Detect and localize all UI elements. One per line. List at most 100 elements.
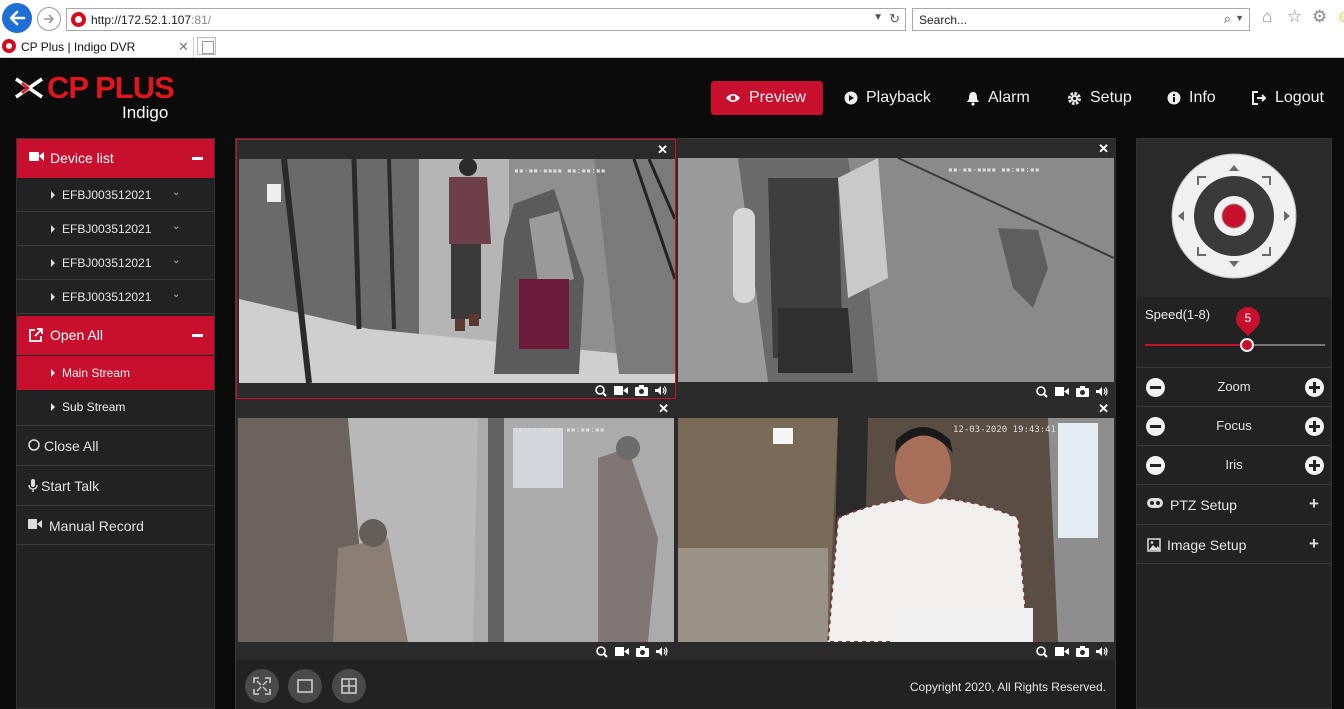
speed-slider-handle[interactable]: [1240, 338, 1254, 352]
camera-toolbar: [596, 646, 668, 658]
logo-mark-icon: [15, 77, 43, 99]
caret-right-icon: [51, 259, 55, 267]
start-talk-button[interactable]: Start Talk: [17, 465, 214, 505]
address-bar[interactable]: http://172.52.1.107:81/ ▼ ↻: [66, 8, 906, 31]
quad-view-button[interactable]: [332, 669, 366, 703]
close-icon[interactable]: ✕: [1098, 141, 1109, 157]
cam3-timestamp-overlay: ▪▪-▪▪-▪▪▪▪ ▪▪:▪▪:▪▪: [513, 425, 605, 434]
ptz-direction-pad[interactable]: [1137, 139, 1331, 297]
iris-plus-button[interactable]: [1305, 456, 1324, 475]
collapse-minus-icon[interactable]: [192, 334, 203, 337]
address-dropdown-icon[interactable]: ▼: [873, 12, 883, 23]
fullscreen-button[interactable]: [245, 669, 279, 703]
zoom-icon[interactable]: [596, 646, 608, 658]
nav-playback[interactable]: Playback: [830, 81, 945, 115]
camera-tile-4[interactable]: 12-03-2020 19:43:41 ✕: [676, 399, 1116, 659]
camera-tile-1[interactable]: ▪▪-▪▪-▪▪▪▪ ▪▪:▪▪:▪▪ ✕: [236, 139, 676, 399]
browser-search-box[interactable]: Search... ⌕ ▼: [912, 8, 1250, 31]
nav-logout[interactable]: Logout: [1238, 81, 1338, 115]
image-setup-row[interactable]: Image Setup +: [1137, 524, 1331, 564]
play-circle-icon: [844, 91, 858, 105]
main-stream-label: Main Stream: [62, 366, 131, 380]
search-icon[interactable]: ⌕: [1224, 11, 1231, 27]
snapshot-camera-icon[interactable]: [1076, 386, 1089, 397]
device-list-header[interactable]: Device list: [17, 139, 214, 178]
forward-button[interactable]: [37, 7, 61, 31]
sub-stream-option[interactable]: Sub Stream: [17, 390, 214, 424]
audio-speaker-icon[interactable]: [1096, 646, 1108, 657]
info-icon: [1167, 91, 1181, 105]
nav-alarm-label: Alarm: [988, 89, 1030, 106]
camera-feed-1: ▪▪-▪▪-▪▪▪▪ ▪▪:▪▪:▪▪: [239, 159, 675, 383]
chevron-down-icon[interactable]: ⌄: [172, 289, 180, 300]
close-icon[interactable]: ✕: [658, 401, 669, 417]
zoom-icon[interactable]: [595, 385, 607, 397]
arrow-left-icon: [9, 10, 26, 26]
back-button[interactable]: [2, 3, 32, 33]
collapse-minus-icon[interactable]: [192, 157, 203, 160]
camera-feed-2: ▪▪-▪▪-▪▪▪▪ ▪▪:▪▪:▪▪: [678, 158, 1114, 382]
chevron-down-icon[interactable]: ⌄: [172, 221, 180, 232]
zoom-in-button[interactable]: [1305, 378, 1324, 397]
copyright-text: Copyright 2020, All Rights Reserved.: [909, 680, 1106, 694]
focus-plus-button[interactable]: [1305, 417, 1324, 436]
gear-icon[interactable]: ⚙: [1312, 7, 1327, 27]
device-item[interactable]: EFBJ003512021 ⌄: [17, 212, 214, 246]
record-video-icon[interactable]: [615, 646, 629, 657]
snapshot-camera-icon[interactable]: [636, 646, 649, 657]
url-host: http://172.52.1.107: [91, 13, 192, 27]
audio-speaker-icon[interactable]: [656, 646, 668, 657]
arrow-right-icon: [44, 14, 55, 24]
record-video-icon[interactable]: [1055, 386, 1069, 397]
search-dropdown-icon[interactable]: ▼: [1235, 13, 1244, 23]
open-all-header[interactable]: Open All: [17, 316, 214, 355]
smiley-feedback-icon[interactable]: ☺: [1336, 7, 1344, 27]
close-icon[interactable]: ✕: [1098, 401, 1109, 417]
device-item[interactable]: EFBJ003512021 ⌄: [17, 178, 214, 212]
audio-speaker-icon[interactable]: [655, 385, 667, 396]
logout-icon: [1252, 91, 1267, 105]
eye-icon: [726, 94, 740, 102]
snapshot-camera-icon[interactable]: [635, 385, 648, 396]
manual-record-button[interactable]: Manual Record: [17, 505, 214, 545]
snapshot-camera-icon[interactable]: [1076, 646, 1089, 657]
tab-close-icon[interactable]: ✕: [178, 39, 189, 55]
record-video-icon[interactable]: [614, 385, 628, 396]
nav-alarm[interactable]: Alarm: [952, 81, 1044, 115]
device-item[interactable]: EFBJ003512021 ⌄: [17, 280, 214, 314]
browser-tab[interactable]: CP Plus | Indigo DVR ✕: [0, 37, 194, 57]
zoom-icon[interactable]: [1036, 386, 1048, 398]
main-stream-option[interactable]: Main Stream: [17, 356, 214, 390]
close-all-button[interactable]: Close All: [17, 425, 214, 465]
dvr-web-app: CP PLUS Indigo Preview Playback Alarm Se…: [0, 58, 1344, 709]
video-camera-icon: [28, 519, 42, 529]
single-view-button[interactable]: [288, 669, 322, 703]
expand-plus-icon[interactable]: +: [1309, 494, 1319, 514]
nav-preview[interactable]: Preview: [711, 81, 823, 115]
gear-icon: [1068, 91, 1081, 105]
nav-setup[interactable]: Setup: [1053, 81, 1146, 115]
chevron-down-icon[interactable]: ⌄: [172, 255, 180, 266]
audio-speaker-icon[interactable]: [1096, 386, 1108, 397]
home-icon[interactable]: ⌂: [1262, 7, 1272, 27]
ptz-setup-row[interactable]: PTZ Setup +: [1137, 484, 1331, 524]
device-item[interactable]: EFBJ003512021 ⌄: [17, 246, 214, 280]
expand-plus-icon[interactable]: +: [1309, 534, 1319, 554]
close-all-label: Close All: [44, 438, 99, 454]
record-video-icon[interactable]: [1055, 646, 1069, 657]
new-tab-button[interactable]: [197, 37, 216, 55]
speed-slider-track[interactable]: [1145, 344, 1325, 346]
search-input[interactable]: Search...: [919, 13, 967, 27]
zoom-control: Zoom: [1137, 367, 1331, 406]
open-all-label: Open All: [50, 327, 103, 343]
favorites-star-icon[interactable]: ☆: [1287, 7, 1302, 27]
refresh-icon[interactable]: ↻: [889, 11, 900, 27]
zoom-icon[interactable]: [1036, 646, 1048, 658]
nav-info[interactable]: Info: [1153, 81, 1230, 115]
camera-tile-3[interactable]: ▪▪-▪▪-▪▪▪▪ ▪▪:▪▪:▪▪ ✕: [236, 399, 676, 659]
camera-tile-2[interactable]: ▪▪-▪▪-▪▪▪▪ ▪▪:▪▪:▪▪ ✕: [676, 139, 1116, 399]
caret-right-icon: [51, 191, 55, 199]
close-icon[interactable]: ✕: [657, 142, 668, 158]
browser-tab-strip: CP Plus | Indigo DVR ✕: [0, 37, 1344, 58]
chevron-down-icon[interactable]: ⌄: [172, 187, 180, 198]
